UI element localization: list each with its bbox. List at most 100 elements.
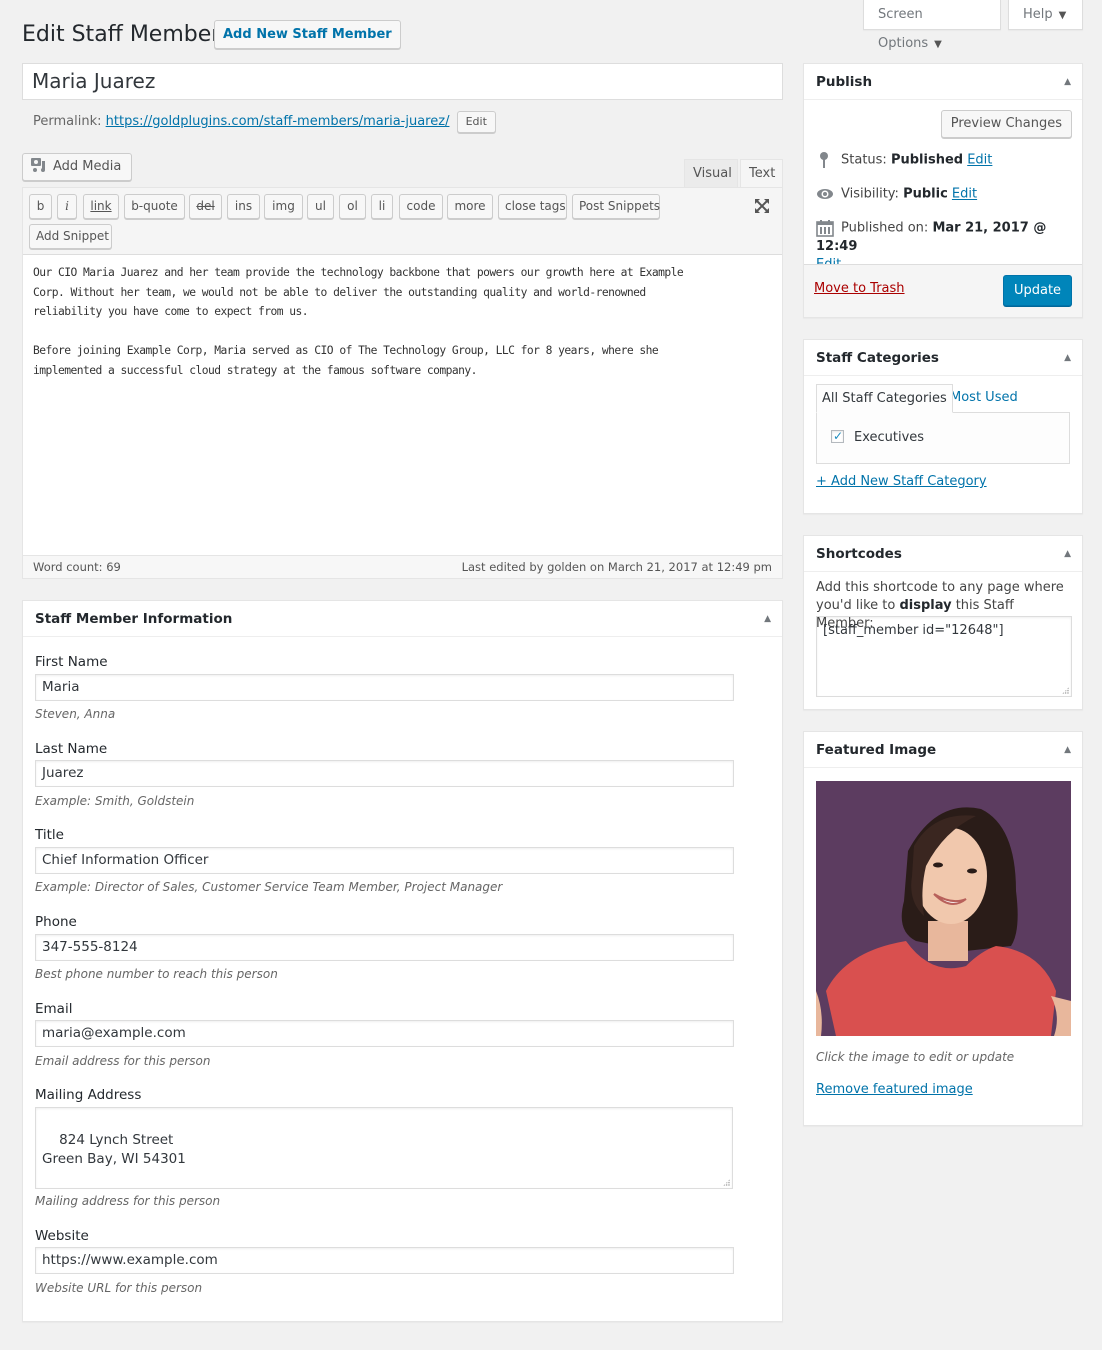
featured-image-title: Featured Image <box>816 742 937 758</box>
publish-header[interactable]: Publish ▲ <box>804 64 1082 100</box>
staff-info-header[interactable]: Staff Member Information ▲ <box>23 601 782 637</box>
quicktag-ul-button[interactable]: ul <box>307 194 334 219</box>
portrait-image <box>816 781 1071 1036</box>
screen-options-button[interactable]: Screen Options ▼ <box>863 0 1001 51</box>
mailing-address-label: Mailing Address <box>35 1087 142 1103</box>
fullscreen-icon[interactable] <box>753 197 771 215</box>
visibility-label: Visibility: <box>841 186 899 202</box>
status-label: Status: <box>841 152 887 168</box>
website-label: Website <box>35 1228 89 1244</box>
quicktag-italic-button[interactable]: i <box>57 194 77 219</box>
mailing-address-textarea[interactable]: 824 Lynch Street Green Bay, WI 54301 <box>35 1107 733 1189</box>
featured-image-box: Featured Image ▲ Click the image to edit… <box>803 731 1083 1126</box>
collapse-toggle-icon[interactable]: ▲ <box>1064 340 1071 376</box>
publish-title: Publish <box>816 74 873 90</box>
category-item[interactable]: Executives <box>831 428 925 446</box>
title-description: Example: Director of Sales, Customer Ser… <box>35 880 503 894</box>
post-content-textarea[interactable]: Our CIO Maria Juarez and her team provid… <box>23 255 782 555</box>
quicktag-more-button[interactable]: more <box>447 194 493 219</box>
featured-image-header[interactable]: Featured Image ▲ <box>804 732 1082 768</box>
edit-status-link[interactable]: Edit <box>967 153 992 168</box>
edit-visibility-link[interactable]: Edit <box>952 187 977 202</box>
preview-changes-button[interactable]: Preview Changes <box>940 110 1072 138</box>
website-input[interactable]: https://www.example.com <box>35 1247 734 1274</box>
quicktag-bquote-button[interactable]: b-quote <box>124 194 185 219</box>
title-input[interactable]: Chief Information Officer <box>35 847 734 874</box>
editor-status-bar: Word count: 69 Last edited by golden on … <box>23 555 782 578</box>
update-button[interactable]: Update <box>1003 275 1072 306</box>
screen-options-label: Screen Options <box>878 7 929 51</box>
phone-label: Phone <box>35 914 77 930</box>
categories-checklist: Executives <box>816 412 1070 464</box>
quicktag-img-button[interactable]: img <box>264 194 303 219</box>
tab-most-used[interactable]: Most Used <box>945 384 1023 413</box>
quicktag-code-button[interactable]: code <box>399 194 443 219</box>
website-description: Website URL for this person <box>35 1281 203 1295</box>
email-label: Email <box>35 1001 73 1017</box>
tab-text[interactable]: Text <box>740 159 783 187</box>
title-label: Title <box>35 827 64 843</box>
shortcodes-title: Shortcodes <box>816 546 902 562</box>
pin-icon <box>820 152 828 168</box>
add-media-button[interactable]: Add Media <box>22 153 133 181</box>
mailing-address-value: 824 Lynch Street Green Bay, WI 54301 <box>42 1132 186 1167</box>
category-label: Executives <box>854 430 925 445</box>
category-checkbox[interactable] <box>831 428 844 444</box>
status-value: Published <box>890 152 964 168</box>
shortcode-value: [staff_member id="12648"] <box>823 623 1004 638</box>
help-button[interactable]: Help ▼ <box>1008 0 1083 30</box>
collapse-toggle-icon[interactable]: ▲ <box>1064 64 1071 100</box>
add-new-category-link[interactable]: + Add New Staff Category <box>816 474 987 489</box>
first-name-input[interactable]: Maria <box>35 674 734 701</box>
post-snippets-button[interactable]: Post Snippets <box>572 194 660 219</box>
permalink-label: Permalink: <box>33 114 102 129</box>
collapse-toggle-icon[interactable]: ▲ <box>1064 536 1071 572</box>
page-title: Edit Staff Member <box>22 22 221 47</box>
quicktag-link-button[interactable]: link <box>83 194 119 219</box>
last-name-description: Example: Smith, Goldstein <box>35 794 195 808</box>
phone-input[interactable]: 347-555-8124 <box>35 934 734 961</box>
collapse-toggle-icon[interactable]: ▲ <box>764 601 771 637</box>
permalink-base: https://goldplugins.com/staff-members/ <box>105 114 364 129</box>
staff-categories-box: Staff Categories ▲ All Staff Categories … <box>803 339 1083 514</box>
quicktag-li-button[interactable]: li <box>371 194 393 219</box>
collapse-toggle-icon[interactable]: ▲ <box>1064 732 1071 768</box>
permalink-edit-button[interactable]: Edit <box>456 111 496 133</box>
resize-handle[interactable] <box>1062 687 1069 694</box>
text-editor: b i link b-quote del ins img ul ol li co… <box>22 187 783 579</box>
quicktag-ol-button[interactable]: ol <box>339 194 366 219</box>
shortcode-textarea[interactable]: [staff_member id="12648"] <box>816 616 1072 697</box>
resize-handle[interactable] <box>723 1179 730 1186</box>
remove-featured-image-link[interactable]: Remove featured image <box>816 1082 973 1097</box>
shortcodes-header[interactable]: Shortcodes ▲ <box>804 536 1082 572</box>
quicktag-ins-button[interactable]: ins <box>227 194 260 219</box>
media-icon <box>31 158 45 172</box>
post-title-input[interactable]: Maria Juarez <box>22 63 783 100</box>
email-input[interactable]: maria@example.com <box>35 1020 734 1047</box>
quicktag-bold-button[interactable]: b <box>29 194 52 219</box>
email-description: Email address for this person <box>35 1054 211 1068</box>
featured-image-thumbnail[interactable] <box>816 781 1071 1036</box>
last-name-label: Last Name <box>35 741 108 757</box>
shortcodes-box: Shortcodes ▲ Add this shortcode to any p… <box>803 535 1083 710</box>
staff-info-title: Staff Member Information <box>35 611 233 627</box>
tab-visual[interactable]: Visual <box>684 159 738 187</box>
staff-categories-title: Staff Categories <box>816 350 939 366</box>
permalink-link[interactable]: https://goldplugins.com/staff-members/ma… <box>106 114 450 129</box>
move-to-trash-link[interactable]: Move to Trash <box>814 281 905 296</box>
quicktag-del-button[interactable]: del <box>189 194 222 219</box>
publish-box: Publish ▲ Preview Changes Status: Publis… <box>803 63 1083 318</box>
visibility-row: Visibility: Public Edit <box>816 185 977 204</box>
quicktag-close-tags-button[interactable]: close tags <box>498 194 567 219</box>
visibility-value: Public <box>903 186 948 202</box>
shortcode-desc-bold: display <box>899 598 952 613</box>
tab-all-staff-categories[interactable]: All Staff Categories <box>816 384 953 413</box>
word-count: Word count: 69 <box>33 560 121 574</box>
first-name-description: Steven, Anna <box>35 707 116 721</box>
quicktags-toolbar: b i link b-quote del ins img ul ol li co… <box>23 188 782 255</box>
caret-down-icon: ▼ <box>1058 10 1067 21</box>
add-snippet-button[interactable]: Add Snippet <box>29 224 112 249</box>
last-name-input[interactable]: Juarez <box>35 760 734 787</box>
add-new-staff-button[interactable]: Add New Staff Member <box>214 20 401 49</box>
staff-categories-header[interactable]: Staff Categories ▲ <box>804 340 1082 376</box>
